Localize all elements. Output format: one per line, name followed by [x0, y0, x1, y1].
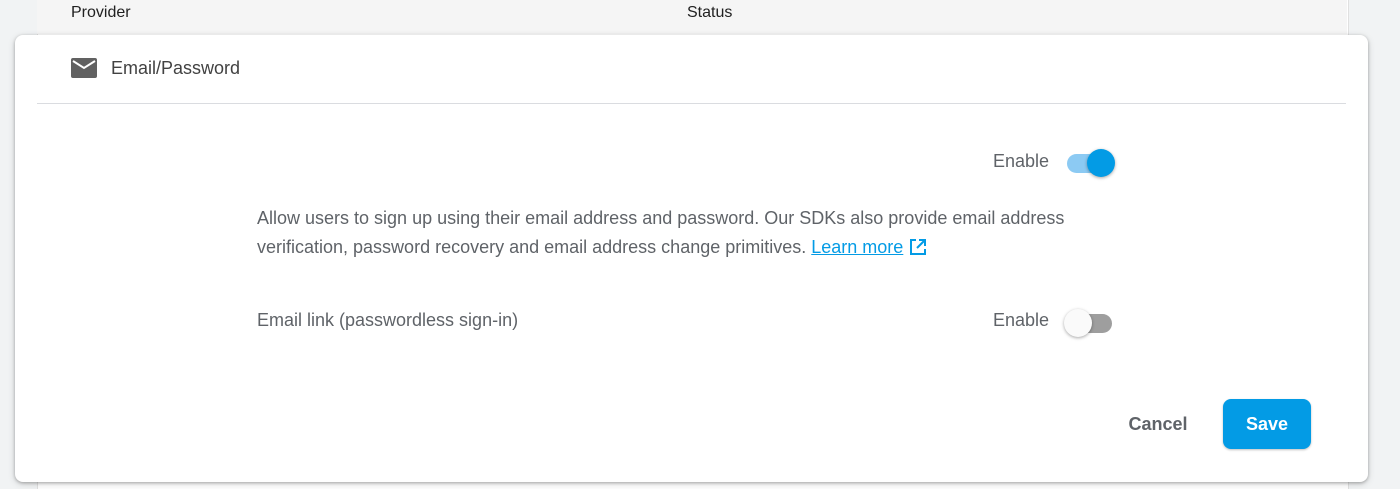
provider-name: Email/Password — [111, 57, 241, 78]
toggle-thumb — [1064, 309, 1092, 337]
description-text: Allow users to sign up using their email… — [257, 208, 1065, 257]
column-header-provider: Provider — [71, 4, 131, 21]
learn-more-link[interactable]: Learn more — [811, 237, 903, 257]
auth-providers-page: Provider Status Email/Password Enable Al… — [0, 0, 1400, 489]
column-header-status: Status — [687, 4, 733, 21]
save-button[interactable]: Save — [1223, 399, 1311, 449]
toggle-thumb — [1087, 149, 1115, 177]
email-link-enable-toggle[interactable] — [1064, 306, 1114, 337]
cancel-button[interactable]: Cancel — [1111, 399, 1205, 449]
card-divider — [37, 103, 1346, 104]
provider-header[interactable]: Email/Password — [71, 53, 240, 83]
external-link-icon[interactable] — [909, 236, 927, 265]
email-password-enable-label: Enable — [993, 151, 1050, 171]
email-password-enable-toggle[interactable] — [1065, 146, 1115, 177]
provider-config-card: Email/Password Enable Allow users to sig… — [15, 35, 1368, 482]
email-password-description: Allow users to sign up using their email… — [257, 204, 1087, 265]
email-link-label: Email link (passwordless sign-in) — [257, 310, 519, 330]
providers-table-header: Provider Status — [37, 0, 1347, 34]
mail-icon — [71, 57, 97, 79]
email-link-enable-label: Enable — [993, 310, 1050, 330]
